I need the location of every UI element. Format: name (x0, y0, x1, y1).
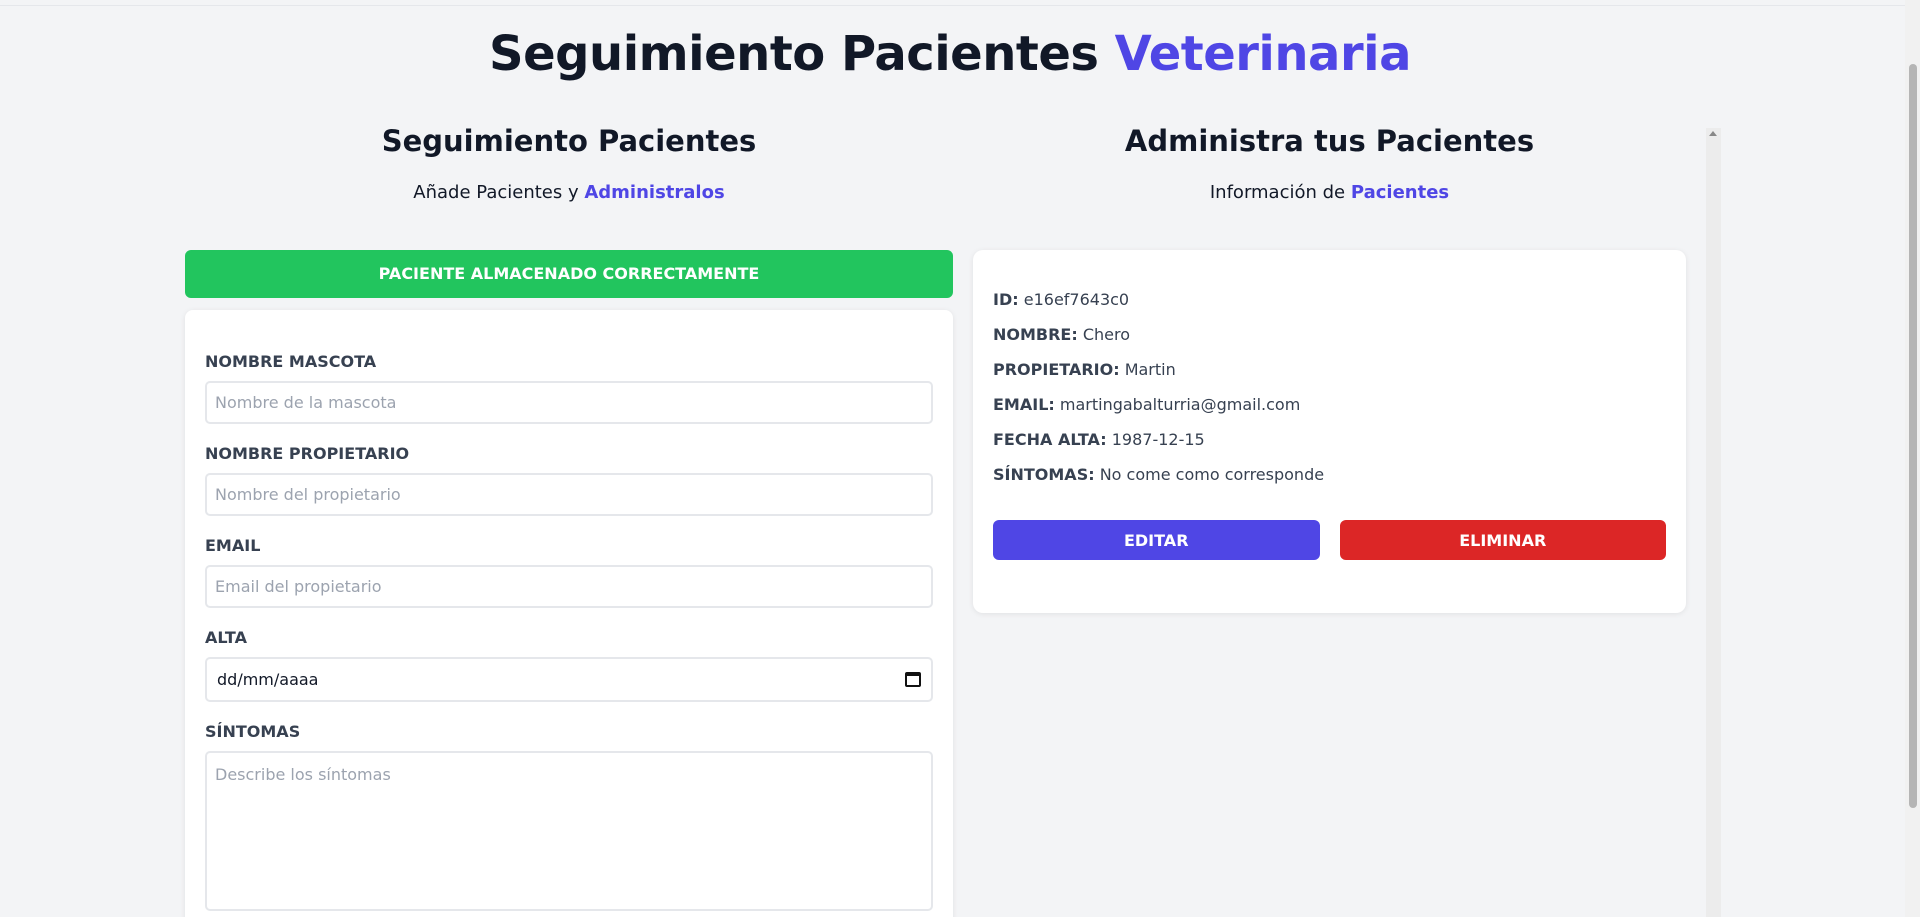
date-label: FECHA ALTA: (993, 430, 1107, 449)
name-label: NOMBRE: (993, 325, 1078, 344)
patient-actions: EDITAR ELIMINAR (993, 520, 1666, 560)
title-text: Seguimiento Pacientes (489, 26, 1099, 82)
date-value: dd/mm/aaaa (217, 670, 319, 689)
owner-name-field: NOMBRE PROPIETARIO (205, 444, 933, 516)
owner-label: PROPIETARIO: (993, 360, 1120, 379)
patient-form: NOMBRE MASCOTA NOMBRE PROPIETARIO EMAIL … (185, 310, 953, 917)
calendar-icon[interactable] (905, 672, 921, 687)
patient-card: ID: e16ef7643c0 NOMBRE: Chero PROPIETARI… (973, 250, 1686, 613)
title-accent: Veterinaria (1114, 26, 1412, 82)
owner-name-input[interactable] (205, 473, 933, 516)
page-title: Seguimiento Pacientes Veterinaria (0, 26, 1900, 82)
list-section-header: Administra tus Pacientes Información de … (973, 124, 1686, 203)
patient-owner-row: PROPIETARIO: Martin (993, 360, 1666, 379)
success-alert: PACIENTE ALMACENADO CORRECTAMENTE (185, 250, 953, 298)
email-input[interactable] (205, 565, 933, 608)
patient-symptoms-row: SÍNTOMAS: No come como corresponde (993, 465, 1666, 484)
scroll-up-arrow-icon[interactable] (1709, 131, 1717, 136)
symptoms-value: No come como corresponde (1099, 465, 1325, 484)
email-label: EMAIL (205, 536, 261, 555)
edit-button[interactable]: EDITAR (993, 520, 1320, 560)
patient-id-row: ID: e16ef7643c0 (993, 290, 1666, 309)
pet-name-input[interactable] (205, 381, 933, 424)
id-value: e16ef7643c0 (1023, 290, 1130, 309)
symptoms-field: SÍNTOMAS (205, 722, 933, 915)
form-section-subtitle: Añade Pacientes y Administralos (185, 182, 953, 203)
email-label: EMAIL: (993, 395, 1055, 414)
pet-name-label: NOMBRE MASCOTA (205, 352, 377, 371)
pet-name-field: NOMBRE MASCOTA (205, 352, 933, 424)
form-section-header: Seguimiento Pacientes Añade Pacientes y … (185, 124, 953, 203)
symptoms-label: SÍNTOMAS: (993, 465, 1095, 484)
browser-top-border (0, 0, 1905, 6)
patient-email-row: EMAIL: martingabalturria@gmail.com (993, 395, 1666, 414)
patient-name-row: NOMBRE: Chero (993, 325, 1666, 344)
id-label: ID: (993, 290, 1019, 309)
owner-value: Martin (1124, 360, 1176, 379)
date-input[interactable]: dd/mm/aaaa (205, 657, 933, 702)
delete-button[interactable]: ELIMINAR (1339, 520, 1666, 560)
subtitle-text: Añade Pacientes y (413, 182, 579, 203)
page-scrollbar[interactable] (1905, 0, 1920, 917)
owner-name-label: NOMBRE PROPIETARIO (205, 444, 410, 463)
name-value: Chero (1082, 325, 1131, 344)
list-scrollbar[interactable] (1706, 128, 1721, 917)
date-field: ALTA dd/mm/aaaa (205, 628, 933, 702)
symptoms-label: SÍNTOMAS (205, 722, 301, 741)
subtitle-accent: Pacientes (1350, 182, 1450, 203)
date-value: 1987-12-15 (1111, 430, 1205, 449)
page-scrollbar-thumb[interactable] (1909, 64, 1917, 808)
subtitle-accent: Administralos (584, 182, 725, 203)
symptoms-textarea[interactable] (205, 751, 933, 911)
date-label: ALTA (205, 628, 247, 647)
patient-date-row: FECHA ALTA: 1987-12-15 (993, 430, 1666, 449)
email-value: martingabalturria@gmail.com (1059, 395, 1301, 414)
email-field: EMAIL (205, 536, 933, 608)
subtitle-text: Información de (1209, 182, 1346, 203)
list-section-subtitle: Información de Pacientes (973, 182, 1686, 203)
form-section-title: Seguimiento Pacientes (381, 124, 757, 158)
list-section-title: Administra tus Pacientes (1124, 124, 1535, 158)
